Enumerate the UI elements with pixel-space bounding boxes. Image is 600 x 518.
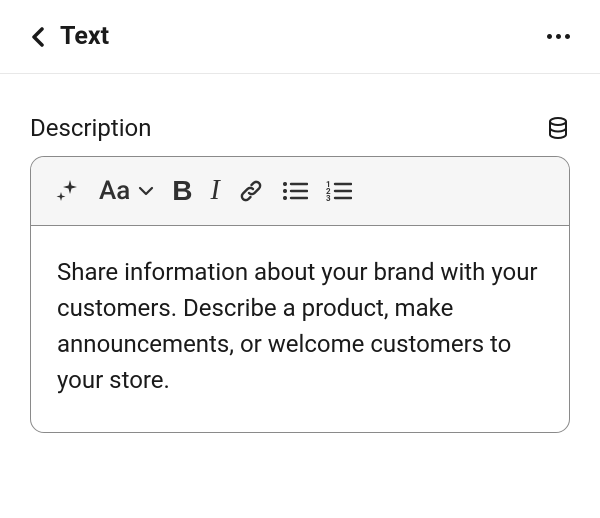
numbered-list-button[interactable]: 1 2 3 [326, 180, 352, 202]
back-button[interactable] [30, 25, 46, 49]
field-label: Description [30, 114, 152, 142]
dot-icon [556, 34, 561, 39]
connect-dynamic-source-button[interactable] [546, 116, 570, 140]
more-menu-button[interactable] [547, 34, 570, 39]
editor-textarea[interactable]: Share information about your brand with … [31, 226, 569, 432]
dot-icon [565, 34, 570, 39]
link-icon [238, 178, 264, 204]
italic-button[interactable]: I [211, 175, 220, 207]
dot-icon [547, 34, 552, 39]
rich-text-editor: Aa B I [30, 156, 570, 433]
panel-title: Text [60, 22, 109, 51]
paragraph-style-selector[interactable]: Aa [99, 176, 154, 206]
numbered-list-icon: 1 2 3 [326, 180, 352, 202]
field-header: Description [30, 114, 570, 142]
font-size-label: Aa [99, 176, 130, 206]
bold-button[interactable]: B [172, 175, 192, 207]
panel-header: Text [0, 0, 600, 74]
sparkle-icon [55, 178, 81, 204]
ai-assist-button[interactable] [55, 178, 81, 204]
database-icon [546, 116, 570, 140]
editor-toolbar: Aa B I [31, 157, 569, 226]
header-left: Text [30, 22, 109, 51]
chevron-left-icon [30, 25, 46, 49]
bullet-list-button[interactable] [282, 180, 308, 202]
link-button[interactable] [238, 178, 264, 204]
bullet-list-icon [282, 180, 308, 202]
chevron-down-icon [138, 186, 154, 196]
svg-text:3: 3 [326, 194, 331, 202]
panel-content: Description Aa B I [0, 74, 600, 463]
